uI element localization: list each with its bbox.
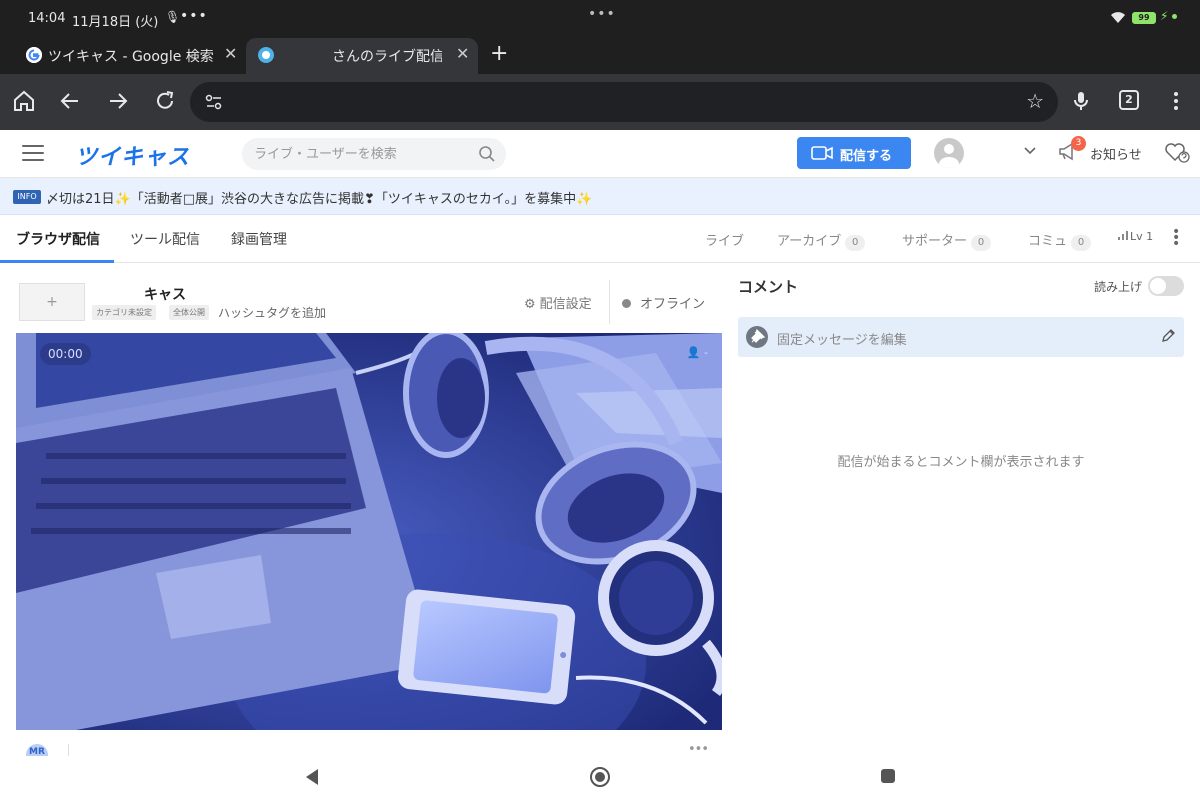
charging-icon: ⚡ xyxy=(1160,9,1169,23)
start-broadcast-button[interactable]: 配信する xyxy=(797,137,911,169)
broadcast-button-label: 配信する xyxy=(840,149,893,164)
site-logo[interactable]: ツイキャス xyxy=(75,139,190,171)
twitcasting-favicon-icon xyxy=(258,47,274,63)
nav-live[interactable]: ライブ xyxy=(705,230,744,249)
new-tab-icon[interactable]: + xyxy=(490,41,508,66)
google-favicon-icon xyxy=(26,47,42,63)
video-preview[interactable]: 00:00 👤 - xyxy=(16,333,722,730)
offline-dot-icon xyxy=(622,299,631,308)
chevron-down-icon[interactable] xyxy=(1022,142,1038,158)
gear-icon: ⚙ xyxy=(524,297,536,312)
controls-strip: MR ••• xyxy=(0,730,730,766)
site-settings-icon[interactable] xyxy=(204,92,224,112)
tab-browser-broadcast[interactable]: ブラウザ配信 xyxy=(16,229,100,249)
nav-level[interactable]: Lv 1 xyxy=(1118,230,1153,243)
community-count: 0 xyxy=(1071,235,1092,251)
status-dot-icon xyxy=(1172,14,1177,19)
tab-close-icon[interactable]: ✕ xyxy=(456,44,469,63)
back-icon[interactable] xyxy=(57,88,83,114)
support-heart-icon[interactable] xyxy=(1164,140,1190,164)
info-banner-text[interactable]: 〆切は21日✨「活動者□展」渋谷の大きな広告に掲載❣「ツイキャスのセカイ。」を募… xyxy=(46,188,592,207)
browser-menu-icon[interactable] xyxy=(1163,88,1189,114)
browser-toolbar: ☆ 2 xyxy=(0,74,1200,130)
android-nav-bar xyxy=(0,756,1200,800)
battery-icon: 99 xyxy=(1132,12,1156,24)
cast-title[interactable]: キャス xyxy=(144,284,186,304)
browser-tab-google[interactable]: ツイキャス - Google 検索 ✕ xyxy=(14,38,250,74)
status-date: 11月18日 (火) xyxy=(72,15,159,30)
voice-search-icon[interactable] xyxy=(1068,88,1094,114)
info-banner[interactable]: INFO 〆切は21日✨「活動者□展」渋谷の大きな広告に掲載❣「ツイキャスのセカ… xyxy=(0,178,1200,215)
notification-label[interactable]: お知らせ xyxy=(1090,144,1142,163)
bookmark-star-icon[interactable]: ☆ xyxy=(1026,89,1044,113)
search-input[interactable] xyxy=(254,144,474,164)
comment-panel-title: コメント xyxy=(738,278,799,296)
nav-supporter[interactable]: サポーター 0 xyxy=(902,230,992,251)
more-options-icon[interactable]: ••• xyxy=(688,742,709,757)
category-chip[interactable]: カテゴリ未設定 xyxy=(92,305,156,320)
read-aloud-toggle[interactable] xyxy=(1148,276,1184,296)
search-box xyxy=(242,138,506,170)
video-camera-icon xyxy=(811,146,833,160)
notification-count-badge: 3 xyxy=(1071,136,1086,151)
pin-icon xyxy=(746,326,768,348)
window-handle-icon[interactable]: ••• xyxy=(588,6,616,22)
address-bar[interactable]: ☆ xyxy=(190,82,1058,122)
read-aloud-label: 読み上げ xyxy=(1094,280,1143,294)
tab-tool-broadcast[interactable]: ツール配信 xyxy=(130,229,200,249)
tab-recording-management[interactable]: 録画管理 xyxy=(231,229,287,249)
home-icon[interactable] xyxy=(11,88,37,114)
tab-switcher-button[interactable]: 2 xyxy=(1119,90,1139,110)
nav-back-icon[interactable] xyxy=(304,768,320,786)
browser-tab-strip: ツイキャス - Google 検索 ✕ さんのライブ配信 ✕ + xyxy=(0,38,1200,74)
nav-home-icon[interactable] xyxy=(590,767,610,787)
pinned-message-editor[interactable]: 固定メッセージを編集 xyxy=(738,317,1184,357)
mic-indicator-icon: 🎙 xyxy=(165,10,181,24)
viewer-count: 👤 - xyxy=(686,346,708,359)
search-icon[interactable] xyxy=(478,145,496,163)
nav-recents-icon[interactable] xyxy=(881,769,895,783)
tab-close-icon[interactable]: ✕ xyxy=(224,44,237,63)
broadcast-settings-button[interactable]: ⚙ 配信設定 xyxy=(524,293,592,312)
archive-count: 0 xyxy=(845,235,866,251)
broadcast-subnav: ブラウザ配信 ツール配信 録画管理 ライブ アーカイブ 0 サポーター 0 コミュ 0… xyxy=(0,215,1200,263)
android-status-bar: 14:04 11月18日 (火) 🎙 ••• ••• 99 ⚡ xyxy=(0,0,1200,38)
add-thumbnail-button[interactable]: + xyxy=(19,283,85,321)
tab-title: ツイキャス - Google 検索 xyxy=(48,49,214,65)
comment-empty-message: 配信が始まるとコメント欄が表示されます xyxy=(837,455,1085,470)
more-options-icon[interactable]: ••• xyxy=(1172,225,1180,251)
reload-icon[interactable] xyxy=(152,88,178,114)
hashtag-add[interactable]: ハッシュタグを追加 xyxy=(218,304,326,321)
site-header: ツイキャス 配信する 3 お知らせ xyxy=(0,130,1200,178)
pinned-message-placeholder: 固定メッセージを編集 xyxy=(777,333,907,348)
supporter-count: 0 xyxy=(971,235,992,251)
tab-title: さんのライブ配信 xyxy=(332,49,442,65)
divider xyxy=(68,744,69,756)
browser-tab-live[interactable]: さんのライブ配信 ✕ xyxy=(246,38,478,74)
more-notifications-icon: ••• xyxy=(180,8,208,24)
visibility-chip[interactable]: 全体公開 xyxy=(169,305,209,320)
cast-header: + キャス カテゴリ未設定 全体公開 ハッシュタグを追加 ⚙ 配信設定 オフライン xyxy=(0,263,730,333)
status-time: 14:04 xyxy=(28,11,66,26)
divider xyxy=(609,280,610,324)
laptop-headphones-illustration xyxy=(16,333,722,730)
broadcast-timer: 00:00 xyxy=(40,343,91,365)
broadcast-status: オフライン xyxy=(622,293,705,312)
person-icon: 👤 xyxy=(686,346,701,359)
hamburger-menu-icon[interactable] xyxy=(22,145,44,163)
forward-icon[interactable] xyxy=(105,88,131,114)
nav-archive[interactable]: アーカイブ 0 xyxy=(777,230,866,251)
wifi-icon xyxy=(1111,12,1125,23)
pencil-icon[interactable] xyxy=(1160,328,1176,344)
signal-bars-icon xyxy=(1118,231,1128,240)
info-tag: INFO xyxy=(13,190,41,204)
nav-community[interactable]: コミュ 0 xyxy=(1028,230,1092,251)
user-avatar[interactable] xyxy=(934,138,964,168)
